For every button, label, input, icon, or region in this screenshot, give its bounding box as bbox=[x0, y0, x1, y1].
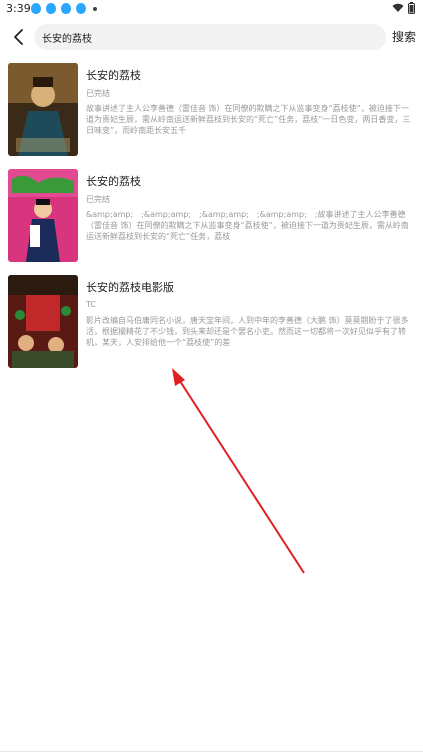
notification-app-icon bbox=[31, 3, 41, 14]
poster-image bbox=[8, 63, 78, 156]
result-title: 长安的荔枝 bbox=[86, 69, 141, 82]
more-notifications-dot-icon bbox=[93, 6, 97, 11]
poster-image bbox=[8, 169, 78, 262]
chevron-left-icon bbox=[14, 29, 23, 45]
status-time: 3:39 bbox=[6, 2, 31, 15]
poster-image bbox=[8, 275, 78, 368]
result-item[interactable]: 长安的荔枝电影版 TC 影片改编自马伯庸同名小说，唐天宝年间，人到中年的李善德（… bbox=[0, 272, 423, 378]
search-box[interactable] bbox=[34, 24, 386, 50]
notification-app-icon bbox=[61, 3, 71, 14]
poster-thumbnail[interactable] bbox=[8, 275, 78, 368]
result-description: &amp;amp; ;&amp;amp; ;&amp;amp; ;&amp;am… bbox=[86, 210, 409, 241]
battery-icon bbox=[408, 2, 415, 14]
result-status: 已完结 bbox=[86, 195, 110, 204]
result-title: 长安的荔枝电影版 bbox=[86, 281, 174, 294]
back-button[interactable] bbox=[8, 26, 30, 48]
result-description: 故事讲述了主人公李善德（雷佳音 饰）在同僚的欺瞒之下从监事变身“荔枝使”，被迫接… bbox=[86, 104, 411, 135]
result-title: 长安的荔枝 bbox=[86, 175, 141, 188]
search-button[interactable]: 搜索 bbox=[392, 28, 416, 45]
search-header: 搜索 bbox=[0, 20, 423, 56]
result-status: 已完结 bbox=[86, 89, 110, 98]
search-input[interactable] bbox=[42, 31, 378, 43]
notification-app-icon bbox=[46, 3, 56, 14]
result-description: 影片改编自马伯庸同名小说，唐天宝年间，人到中年的李善德（大鹏 饰）莫莫期盼于了很… bbox=[86, 316, 409, 347]
search-results-list: 长安的荔枝 已完结 故事讲述了主人公李善德（雷佳音 饰）在同僚的欺瞒之下从监事变… bbox=[0, 60, 423, 378]
poster-thumbnail[interactable] bbox=[8, 169, 78, 262]
notification-app-icon bbox=[76, 3, 86, 14]
result-status: TC bbox=[86, 300, 97, 309]
notification-icons bbox=[31, 3, 97, 14]
result-item[interactable]: 长安的荔枝 已完结 故事讲述了主人公李善德（雷佳音 饰）在同僚的欺瞒之下从监事变… bbox=[0, 60, 423, 166]
status-bar: 3:39 bbox=[0, 0, 423, 20]
poster-thumbnail[interactable] bbox=[8, 63, 78, 156]
status-right-icons bbox=[392, 2, 415, 14]
result-item[interactable]: 长安的荔枝 已完结 &amp;amp; ;&amp;amp; ;&amp;amp… bbox=[0, 166, 423, 272]
wifi-icon bbox=[392, 3, 404, 12]
